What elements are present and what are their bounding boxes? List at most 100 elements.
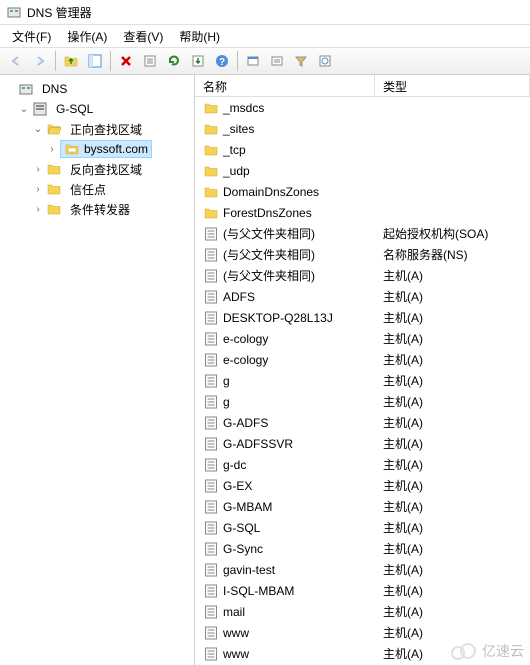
refresh-button[interactable] [163, 50, 185, 72]
toolbar: ? [0, 47, 530, 75]
menu-help[interactable]: 帮助(H) [171, 26, 228, 47]
tree-server[interactable]: ⌄ G-SQL [0, 99, 194, 119]
zone-icon [64, 141, 80, 157]
list-row[interactable]: www主机(A) [195, 622, 530, 643]
list-row[interactable]: (与父文件夹相同)主机(A) [195, 265, 530, 286]
list-row[interactable]: _msdcs [195, 97, 530, 118]
twisty-closed-icon[interactable]: › [46, 143, 58, 155]
list-row[interactable]: g 主机(A) [195, 391, 530, 412]
forward-button[interactable] [29, 50, 51, 72]
record-name: G-SQL [223, 521, 260, 535]
list-row[interactable]: DESKTOP-Q28L13J主机(A) [195, 307, 530, 328]
record-name: _msdcs [223, 101, 264, 115]
record-name: G-MBAM [223, 500, 272, 514]
record-name: G-ADFSSVR [223, 437, 293, 451]
dns-icon [18, 81, 34, 97]
folder-icon [46, 161, 62, 177]
list-row[interactable]: G-ADFSSVR 主机(A) [195, 433, 530, 454]
up-button[interactable] [60, 50, 82, 72]
tree-root-dns[interactable]: DNS [0, 79, 194, 99]
record-type: 主机(A) [379, 435, 530, 452]
list-row[interactable]: _tcp [195, 139, 530, 160]
list-row[interactable]: (与父文件夹相同)起始授权机构(SOA) [195, 223, 530, 244]
record-type: 主机(A) [379, 288, 530, 305]
list-row[interactable]: gavin-test 主机(A) [195, 559, 530, 580]
list-row[interactable]: _udp [195, 160, 530, 181]
folder-icon [46, 201, 62, 217]
list-row[interactable]: g主机(A) [195, 370, 530, 391]
record-type: 主机(A) [379, 582, 530, 599]
server-icon [32, 101, 48, 117]
window-title: DNS 管理器 [27, 4, 92, 21]
menu-view[interactable]: 查看(V) [115, 26, 171, 47]
menubar: 文件(F) 操作(A) 查看(V) 帮助(H) [0, 25, 530, 47]
menu-file[interactable]: 文件(F) [4, 26, 59, 47]
record-icon [203, 289, 219, 305]
show-hide-button[interactable] [84, 50, 106, 72]
tree-fwd-zones[interactable]: ⌄ 正向查找区域 [0, 119, 194, 139]
properties-button[interactable] [139, 50, 161, 72]
record-type: 主机(A) [379, 372, 530, 389]
record-type: 主机(A) [379, 414, 530, 431]
list-row[interactable]: www主机(A) [195, 643, 530, 664]
list-row[interactable]: G-MBAM 主机(A) [195, 496, 530, 517]
record-icon [203, 331, 219, 347]
list-body[interactable]: _msdcs _sites_tcp_udpDomainDnsZonesForest… [195, 97, 530, 665]
action2-button[interactable] [266, 50, 288, 72]
twisty-open-icon[interactable]: ⌄ [18, 103, 30, 115]
twisty-icon[interactable] [4, 83, 16, 95]
action4-button[interactable] [314, 50, 336, 72]
tree-rev-zones[interactable]: › 反向查找区域 [0, 159, 194, 179]
list-row[interactable]: ADFS 主机(A) [195, 286, 530, 307]
record-name: (与父文件夹相同) [223, 225, 315, 242]
list-row[interactable]: g-dc主机(A) [195, 454, 530, 475]
record-type: 主机(A) [379, 519, 530, 536]
list-row[interactable]: G-SQL 主机(A) [195, 517, 530, 538]
back-button[interactable] [5, 50, 27, 72]
list-row[interactable]: mail主机(A) [195, 601, 530, 622]
list-row[interactable]: _sites [195, 118, 530, 139]
record-type: 主机(A) [379, 645, 530, 662]
list-row[interactable]: G-Sync主机(A) [195, 538, 530, 559]
col-header-name[interactable]: 名称 [195, 75, 375, 96]
list-row[interactable]: e-cology主机(A) [195, 349, 530, 370]
record-type: 主机(A) [379, 624, 530, 641]
delete-button[interactable] [115, 50, 137, 72]
tree-trust-points[interactable]: › 信任点 [0, 179, 194, 199]
list-row[interactable]: (与父文件夹相同)名称服务器(NS) [195, 244, 530, 265]
list-row[interactable]: G-EX主机(A) [195, 475, 530, 496]
list-pane: 名称 类型 _msdcs _sites_tcp_udpDomainDnsZones… [195, 75, 530, 665]
twisty-closed-icon[interactable]: › [32, 183, 44, 195]
record-icon [203, 268, 219, 284]
col-header-type[interactable]: 类型 [375, 75, 530, 96]
export-button[interactable] [187, 50, 209, 72]
folder-icon [203, 100, 219, 116]
list-row[interactable]: ForestDnsZones [195, 202, 530, 223]
list-header: 名称 类型 [195, 75, 530, 97]
record-icon [203, 499, 219, 515]
record-name: g [223, 395, 230, 409]
twisty-open-icon[interactable]: ⌄ [32, 123, 44, 135]
list-row[interactable]: I-SQL-MBAM主机(A) [195, 580, 530, 601]
tree-cond-fwd[interactable]: › 条件转发器 [0, 199, 194, 219]
action1-button[interactable] [242, 50, 264, 72]
menu-action[interactable]: 操作(A) [59, 26, 115, 47]
filter-button[interactable] [290, 50, 312, 72]
record-icon [203, 646, 219, 662]
help-button[interactable]: ? [211, 50, 233, 72]
twisty-closed-icon[interactable]: › [32, 163, 44, 175]
record-name: ADFS [223, 290, 255, 304]
record-name: gavin-test [223, 563, 275, 577]
record-name: e-cology [223, 332, 268, 346]
record-name: (与父文件夹相同) [223, 267, 315, 284]
list-row[interactable]: e-cology 主机(A) [195, 328, 530, 349]
list-row[interactable]: G-ADFS 主机(A) [195, 412, 530, 433]
record-type: 主机(A) [379, 561, 530, 578]
tree-zone-selected[interactable]: › byssoft.com [0, 139, 194, 159]
list-row[interactable]: DomainDnsZones [195, 181, 530, 202]
record-type: 主机(A) [379, 498, 530, 515]
twisty-closed-icon[interactable]: › [32, 203, 44, 215]
record-name: G-ADFS [223, 416, 268, 430]
record-type: 主机(A) [379, 393, 530, 410]
record-type: 主机(A) [379, 330, 530, 347]
